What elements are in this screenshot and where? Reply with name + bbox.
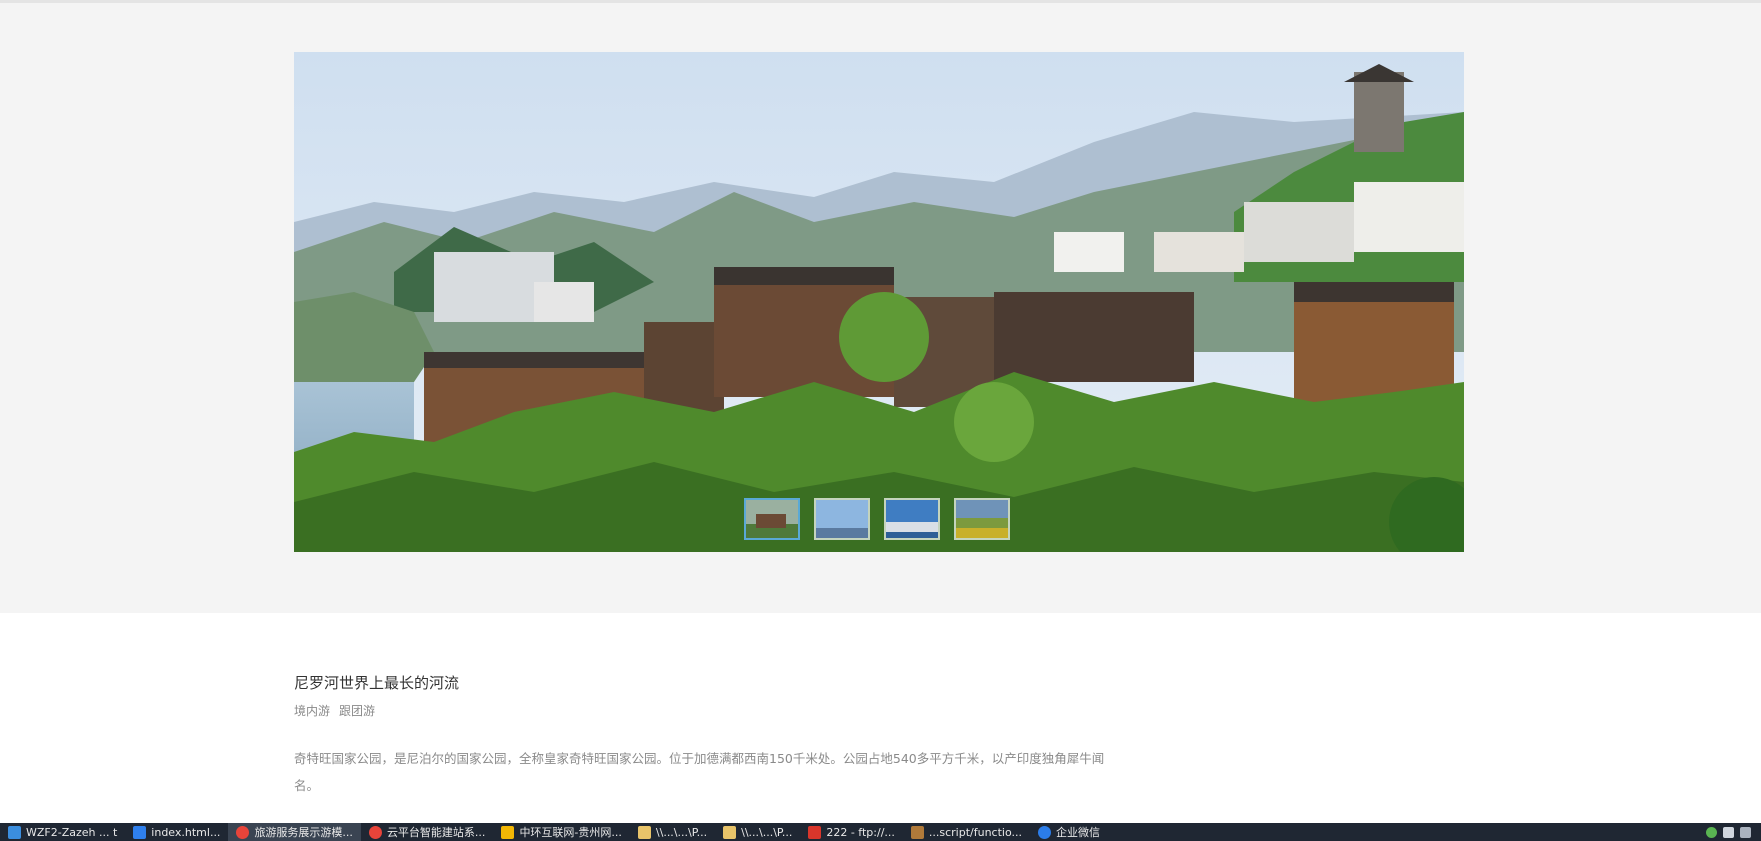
hero-carousel[interactable] xyxy=(294,52,1464,552)
browser-icon xyxy=(236,825,250,839)
taskbar-item-4[interactable]: 云平台智能建站系... xyxy=(361,823,494,841)
vscode-icon xyxy=(133,825,147,839)
folder-icon xyxy=(637,825,651,839)
thumbnail-2[interactable] xyxy=(814,498,870,540)
thumbnail-1[interactable] xyxy=(744,498,800,540)
folder-icon xyxy=(723,825,737,839)
taskbar-item-2[interactable]: index.html... xyxy=(125,823,228,841)
ftp-icon xyxy=(808,825,822,839)
system-tray xyxy=(1706,823,1761,841)
taskbar-item-label: 旅游服务展示游模... xyxy=(254,826,353,839)
tray-app-icon[interactable] xyxy=(1723,826,1734,838)
hero-landscape-image xyxy=(294,52,1464,552)
taskbar-item-label: \\...\...\P... xyxy=(655,825,708,839)
tray-status-icon[interactable] xyxy=(1706,826,1717,838)
app-icon xyxy=(501,825,515,839)
taskbar-item-3[interactable]: 旅游服务展示游模... xyxy=(228,823,361,841)
taskbar-item-label: ...script/functio... xyxy=(928,825,1022,839)
taskbar-item-label: 中环互联网-贵州网... xyxy=(519,826,622,839)
taskbar-item-1[interactable]: WZF2-Zazeh ... t xyxy=(0,823,125,841)
browser-icon xyxy=(368,825,382,839)
taskbar-item-label: 222 - ftp://... xyxy=(826,825,895,839)
wecom-icon xyxy=(1038,825,1051,839)
article-description: 奇特旺国家公园，是尼泊尔的国家公园，全称皇家奇特旺国家公园。位于加德满都西南15… xyxy=(294,751,1105,793)
taskbar-item-label: 企业微信 xyxy=(1056,826,1100,839)
taskbar-item-10[interactable]: 企业微信 xyxy=(1030,823,1108,841)
app-icon xyxy=(8,825,21,839)
thumbnail-4[interactable] xyxy=(954,498,1010,540)
taskbar-item-6[interactable]: \\...\...\P... xyxy=(630,823,715,841)
tag-group-tour[interactable]: 跟团游 xyxy=(339,702,375,719)
article-content: 尼罗河世界上最长的河流 境内游 跟团游 奇特旺国家公园，是尼泊尔的国家公园，全称… xyxy=(294,672,1114,799)
taskbar-item-label: 云平台智能建站系... xyxy=(386,826,486,839)
thumbnail-3[interactable] xyxy=(884,498,940,540)
taskbar-item-8[interactable]: 222 - ftp://... xyxy=(800,823,903,841)
thumbnail-strip xyxy=(744,498,1010,540)
taskbar-item-label: index.html... xyxy=(151,825,221,839)
taskbar-item-label: WZF2-Zazeh ... t xyxy=(26,825,118,839)
taskbar-item-7[interactable]: \\...\...\P... xyxy=(715,823,800,841)
taskbar: WZF2-Zazeh ... t index.html... 旅游服务展示游模.… xyxy=(0,823,1761,841)
tag-domestic[interactable]: 境内游 xyxy=(294,702,330,719)
taskbar-item-9[interactable]: ...script/functio... xyxy=(903,823,1030,841)
article-tags: 境内游 跟团游 xyxy=(294,702,1114,719)
article-title: 尼罗河世界上最长的河流 xyxy=(294,674,460,692)
taskbar-item-label: \\...\...\P... xyxy=(741,825,793,839)
tray-display-icon[interactable] xyxy=(1740,826,1751,838)
taskbar-item-5[interactable]: 中环互联网-贵州网... xyxy=(493,823,629,841)
editor-icon xyxy=(910,825,924,839)
